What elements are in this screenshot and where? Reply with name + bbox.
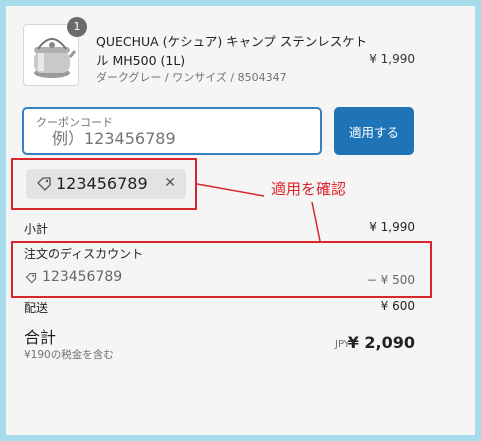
subtotal-label: 小計: [24, 222, 49, 236]
discount-label: 注文のディスカウント: [24, 247, 144, 261]
discount-tag-icon: [25, 272, 37, 284]
discount-value: − ¥ 500: [366, 273, 415, 287]
total-value: ¥ 2,090: [347, 333, 415, 352]
shipping-value: ¥ 600: [380, 299, 415, 313]
subtotal-value: ¥ 1,990: [369, 220, 415, 234]
shipping-label: 配送: [24, 301, 49, 315]
tax-note: ¥190の税金を含む: [24, 349, 114, 361]
annotation-note: 適用を確認: [271, 180, 347, 198]
checkout-summary-panel: 1 QUECHUA (ケシュア) キャンプ ステンレスケトル MH500 (1L…: [6, 6, 475, 435]
discount-code: 123456789: [42, 269, 123, 285]
total-label: 合計: [24, 328, 57, 347]
